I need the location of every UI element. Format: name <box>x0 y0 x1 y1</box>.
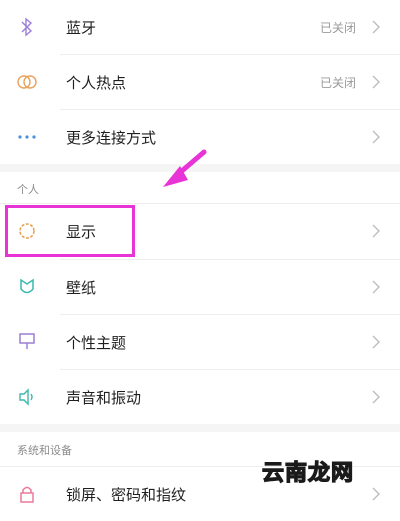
hotspot-icon <box>16 71 38 93</box>
settings-row-hotspot[interactable]: 个人热点 已关闭 <box>0 55 400 109</box>
row-label: 个人热点 <box>66 73 127 92</box>
row-label: 锁屏、密码和指纹 <box>66 485 187 504</box>
settings-row-theme[interactable]: 个性主题 <box>0 315 400 369</box>
bluetooth-icon <box>16 16 38 38</box>
lock-icon <box>16 483 38 505</box>
wallpaper-icon <box>16 276 38 298</box>
chevron-right-icon <box>372 280 380 294</box>
settings-row-sound[interactable]: 声音和振动 <box>0 370 400 424</box>
chevron-right-icon <box>372 487 380 501</box>
section-gap <box>0 424 400 432</box>
theme-icon <box>16 331 38 353</box>
status-value: 已关闭 <box>319 20 356 35</box>
status-value: 已关闭 <box>319 75 356 90</box>
settings-row-wallpaper[interactable]: 壁纸 <box>0 260 400 314</box>
settings-row-bluetooth[interactable]: 蓝牙 已关闭 <box>0 0 400 54</box>
section-title-personal: 个人 <box>17 183 39 196</box>
chevron-right-icon <box>372 224 380 238</box>
row-label: 个性主题 <box>66 333 127 352</box>
more-dots-icon <box>16 126 38 148</box>
settings-row-more-connections[interactable]: 更多连接方式 <box>0 110 400 164</box>
annotation-highlight-box <box>5 205 135 257</box>
row-label: 壁纸 <box>66 278 97 297</box>
section-header <box>0 172 400 204</box>
section-title-system: 系统和设备 <box>17 444 72 457</box>
chevron-right-icon <box>372 75 380 89</box>
chevron-right-icon <box>372 130 380 144</box>
section-gap <box>0 164 400 172</box>
chevron-right-icon <box>372 335 380 349</box>
row-label: 声音和振动 <box>66 388 142 407</box>
row-label: 更多连接方式 <box>66 128 157 147</box>
chevron-right-icon <box>372 20 380 34</box>
row-label: 蓝牙 <box>66 18 97 37</box>
watermark-text: 云南龙网 <box>261 460 355 486</box>
sound-icon <box>16 386 38 408</box>
chevron-right-icon <box>372 390 380 404</box>
